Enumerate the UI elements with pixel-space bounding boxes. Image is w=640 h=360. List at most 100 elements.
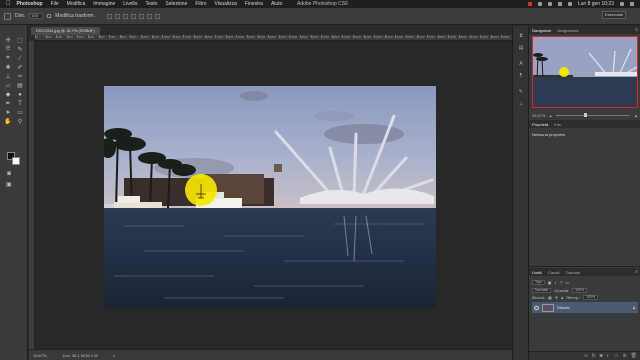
healing-tool-icon[interactable]: ✚ (3, 64, 13, 71)
tab-layers[interactable]: Livelli (532, 270, 542, 275)
menu-aiuto[interactable]: Aiuto (271, 1, 282, 7)
align-top-icon[interactable] (107, 13, 113, 19)
history-brush-tool-icon[interactable]: ✑ (15, 73, 25, 80)
menu-finestra[interactable]: Finestra (245, 1, 263, 7)
distribute-icon[interactable] (155, 13, 161, 19)
wifi-icon[interactable] (557, 2, 562, 6)
brush-panel-icon[interactable]: ✎ (517, 88, 525, 95)
opacity-field[interactable]: 100% (572, 287, 588, 293)
align-bottom-icon[interactable] (123, 13, 129, 19)
move-tool-preset-icon[interactable] (4, 12, 11, 20)
menu-photoshop[interactable]: Photoshop (17, 1, 43, 7)
size-field[interactable]: 100 (29, 13, 44, 19)
eraser-tool-icon[interactable]: ▱ (3, 82, 13, 89)
navigator-zoom-knob[interactable] (583, 112, 587, 117)
layer-lock-icon[interactable]: 🔒︎ (633, 305, 635, 310)
tab-channels[interactable]: Canali (548, 270, 559, 275)
blur-tool-icon[interactable]: ◆ (3, 91, 13, 98)
new-group-icon[interactable]: ▭ (614, 353, 619, 359)
zoom-in-icon[interactable]: ▲ (634, 113, 638, 118)
document-image[interactable] (104, 86, 436, 308)
menu-selezione[interactable]: Selezione (165, 1, 187, 7)
zoom-out-icon[interactable]: ▴ (550, 113, 552, 118)
menu-modifica[interactable]: Modifica (67, 1, 86, 7)
character-panel-icon[interactable]: A (517, 60, 525, 67)
navigator-zoom-value[interactable]: 16,67% (532, 113, 546, 118)
brush-tool-icon[interactable]: ✐ (15, 64, 25, 71)
crop-tool-icon[interactable]: ⌗ (3, 55, 13, 62)
gradient-tool-icon[interactable]: ▤ (15, 82, 25, 89)
filter-shape-icon[interactable]: ▭ (565, 280, 569, 285)
menu-livello[interactable]: Livello (123, 1, 137, 7)
properties-panel-icon[interactable]: ▤ (517, 44, 525, 51)
dodge-tool-icon[interactable]: ● (15, 91, 25, 98)
menu-immagine[interactable]: Immagine (93, 1, 115, 7)
search-icon[interactable] (620, 2, 624, 6)
shape-tool-icon[interactable]: ▭ (15, 109, 25, 116)
layer-mask-icon[interactable]: ◙ (600, 353, 603, 359)
tab-histogram[interactable]: Istogramma (557, 28, 578, 33)
align-left-icon[interactable] (131, 13, 137, 19)
document-tab[interactable]: DSC0334.jpg @ 16,7% (RGB/8*) (31, 27, 100, 35)
navigator-preview[interactable] (532, 36, 638, 108)
paragraph-panel-icon[interactable]: ¶ (517, 72, 525, 79)
layers-panel-menu-icon[interactable]: ≡ (635, 269, 638, 275)
layer-background[interactable]: Sfondo 🔒︎ (532, 302, 638, 313)
navigator-zoom-slider[interactable] (555, 112, 631, 117)
blend-mode-select[interactable]: Normale (532, 287, 552, 293)
notifications-icon[interactable] (630, 2, 634, 6)
filter-type-icon[interactable]: T (560, 280, 562, 285)
tab-properties[interactable]: Proprietà (532, 122, 548, 127)
layer-kind-filter[interactable]: Tipo (532, 279, 545, 285)
quick-select-tool-icon[interactable]: ✎ (15, 46, 25, 53)
workspace-select[interactable]: Essenziali (602, 11, 626, 19)
lock-all-icon[interactable]: 🔒︎ (561, 295, 563, 300)
history-panel-icon[interactable]: ⧗ (517, 32, 525, 39)
type-tool-icon[interactable]: T (15, 100, 25, 107)
screen-mode-icon[interactable]: ▣ (4, 181, 14, 188)
lasso-tool-icon[interactable]: ᘓ (3, 46, 13, 53)
bluetooth-icon[interactable] (547, 2, 552, 6)
filter-adjust-icon[interactable]: ◐ (554, 280, 556, 285)
align-middle-icon[interactable] (115, 13, 121, 19)
link-layers-icon[interactable]: ∞ (584, 353, 588, 359)
path-select-tool-icon[interactable]: ➤ (3, 109, 13, 116)
zoom-level[interactable]: 16,67% (33, 353, 47, 358)
tab-navigator[interactable]: Navigatore (532, 28, 551, 33)
marquee-tool-icon[interactable]: ⬚ (15, 37, 25, 44)
new-layer-icon[interactable]: ⊕ (622, 353, 626, 359)
adjustment-layer-icon[interactable]: ◐ (607, 353, 610, 359)
layer-name[interactable]: Sfondo (557, 305, 570, 310)
cloud-icon[interactable] (537, 2, 542, 6)
menu-filtro[interactable]: Filtro (195, 1, 206, 7)
background-color-swatch[interactable] (12, 157, 20, 165)
tab-paths[interactable]: Tracciati (565, 270, 580, 275)
tab-info[interactable]: Info (554, 122, 561, 127)
panel-divider[interactable] (529, 266, 640, 267)
panel-menu-icon[interactable]: ≡ (635, 27, 638, 33)
lock-position-icon[interactable]: ✣ (555, 295, 558, 300)
pen-tool-icon[interactable]: ✒ (3, 100, 13, 107)
layer-style-icon[interactable]: fx (592, 353, 596, 359)
zoom-tool-icon[interactable]: ⚲ (15, 118, 25, 125)
lock-pixels-icon[interactable]: ▦ (548, 295, 552, 300)
document-info[interactable]: Doc: 36,1 M/36,1 M (63, 353, 98, 358)
align-center-icon[interactable] (139, 13, 145, 19)
canvas-area[interactable] (35, 41, 512, 349)
clone-stamp-tool-icon[interactable]: ⊥ (3, 73, 13, 80)
apple-icon[interactable]:  (6, 1, 11, 7)
delete-layer-icon[interactable]: 🗑︎ (631, 353, 637, 359)
align-right-icon[interactable] (147, 13, 153, 19)
clock[interactable]: Lun 8 gen 10:23 (578, 1, 614, 7)
status-menu-arrow-icon[interactable]: ▸ (113, 353, 115, 358)
filter-pixel-icon[interactable]: ▣ (548, 280, 552, 285)
clone-source-panel-icon[interactable]: ⊥ (517, 100, 525, 107)
menu-file[interactable]: File (51, 1, 59, 7)
move-tool-icon[interactable]: ✣ (3, 37, 13, 44)
eyedropper-tool-icon[interactable]: ⁄ (15, 55, 25, 62)
visibility-eye-icon[interactable] (534, 305, 539, 310)
battery-icon[interactable] (567, 2, 572, 6)
hand-tool-icon[interactable]: ✋ (3, 118, 13, 125)
auto-transform-checkbox[interactable] (47, 14, 52, 18)
menu-testo[interactable]: Testo (145, 1, 157, 7)
